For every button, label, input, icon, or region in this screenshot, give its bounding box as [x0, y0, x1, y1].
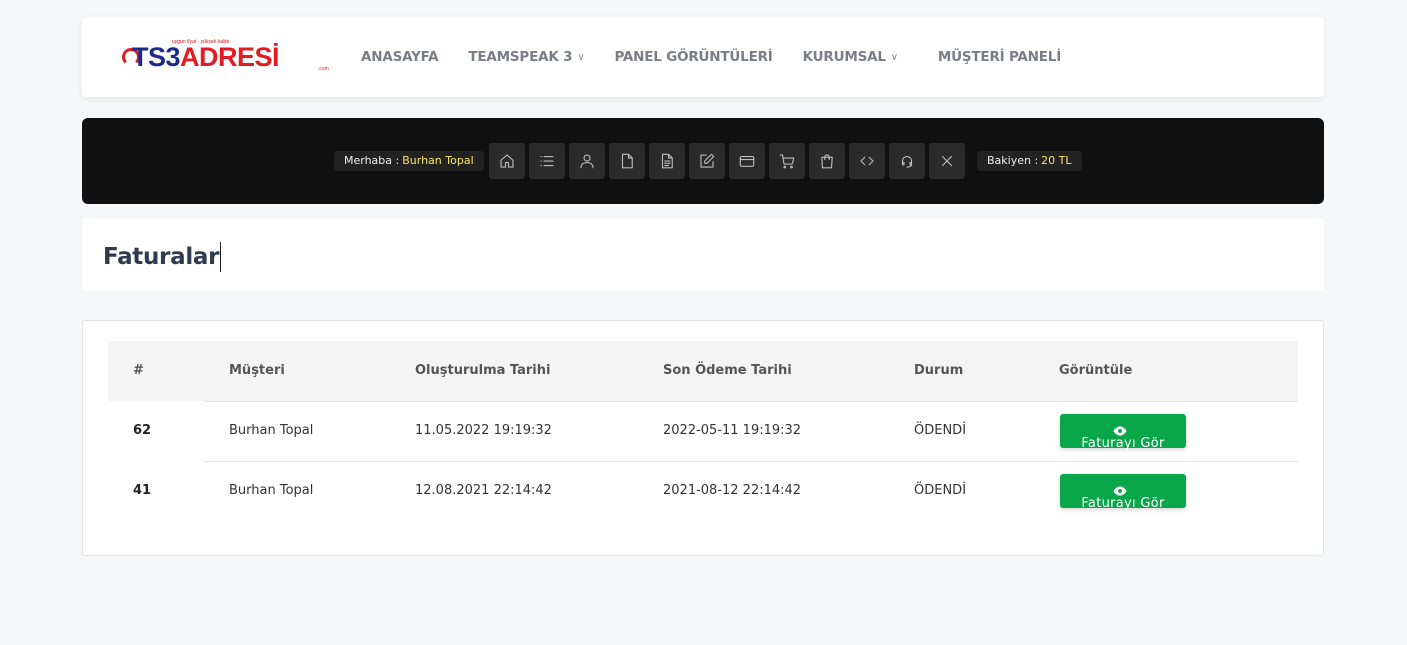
nav-item-label: PANEL GÖRÜNTÜLERİ: [614, 49, 773, 65]
logo-brand: TS3ADRESİ: [132, 42, 280, 72]
balance-badge: Bakiyen :20 TL: [977, 151, 1082, 171]
user-name: Burhan Topal: [402, 154, 474, 167]
logout-button[interactable]: [929, 143, 965, 179]
cart-icon: [779, 154, 795, 169]
view-invoice-button[interactable]: Faturayı Gör: [1060, 474, 1186, 511]
nav-item-label: KURUMSAL: [802, 49, 886, 65]
payment-button[interactable]: [729, 143, 765, 179]
nav-item-label: ANASAYFA: [361, 49, 439, 65]
page-header: Faturalar: [82, 218, 1324, 290]
file-button[interactable]: [609, 143, 645, 179]
logo-domain: .com: [318, 66, 329, 72]
list-button[interactable]: [529, 143, 565, 179]
greeting-badge: Merhaba : Burhan Topal: [334, 151, 484, 171]
invoice-status: ÖDENDİ: [914, 423, 967, 438]
table-row: 62 Burhan Topal 11.05.2022 19:19:32 2022…: [108, 401, 1298, 461]
view-invoice-button[interactable]: Faturayı Gör: [1060, 414, 1186, 451]
nav-item-label: TEAMSPEAK 3: [468, 49, 573, 65]
invoice-customer: Burhan Topal: [229, 423, 314, 438]
top-navbar: uygun fiyat · yüksek kalite TS3ADRESİ .c…: [82, 17, 1324, 97]
table-header: # Müşteri Oluşturulma Tarihi Son Ödeme T…: [108, 341, 1298, 401]
account-toolbar: Merhaba : Burhan Topal Bakiyen :20 TL: [82, 118, 1324, 204]
profile-button[interactable]: [569, 143, 605, 179]
nav-item-panel-goruntuleri[interactable]: PANEL GÖRÜNTÜLERİ: [614, 49, 772, 65]
home-icon: [500, 154, 514, 168]
nav-item-musteri-paneli[interactable]: MÜŞTERİ PANELİ: [938, 49, 1061, 65]
table-row: 41 Burhan Topal 12.08.2021 22:14:42 2021…: [108, 461, 1298, 521]
page-title: Faturalar: [103, 242, 222, 272]
main-nav: ANASAYFA TEAMSPEAK 3 ∨ PANEL GÖRÜNTÜLERİ …: [361, 17, 1091, 97]
cart-button[interactable]: [769, 143, 805, 179]
view-invoice-label: Faturayı Gör: [1081, 436, 1165, 451]
document-button[interactable]: [649, 143, 685, 179]
support-icon: [901, 155, 913, 168]
greeting-label: Merhaba :: [344, 154, 400, 167]
invoice-id: 41: [133, 483, 152, 498]
nav-item-kurumsal[interactable]: KURUMSAL ∨: [803, 49, 898, 65]
balance-value: 20 TL: [1041, 154, 1072, 167]
edit-button[interactable]: [689, 143, 725, 179]
list-icon: [540, 155, 554, 167]
col-header-customer: Müşteri: [229, 363, 285, 378]
view-invoice-label: Faturayı Gör: [1081, 496, 1165, 511]
invoice-card: # Müşteri Oluşturulma Tarihi Son Ödeme T…: [82, 320, 1324, 556]
invoice-id: 62: [133, 423, 152, 438]
logo-brand-ts: TS3: [132, 42, 181, 72]
site-logo[interactable]: uygun fiyat · yüksek kalite TS3ADRESİ .c…: [120, 39, 332, 75]
bag-icon: [821, 154, 833, 169]
edit-icon: [700, 153, 715, 168]
file-icon: [621, 153, 633, 169]
invoice-due: 2022-05-11 19:19:32: [663, 423, 802, 438]
document-icon: [661, 153, 673, 169]
toolbar-icons: [489, 143, 969, 179]
col-header-due: Son Ödeme Tarihi: [663, 363, 792, 378]
invoice-status: ÖDENDİ: [914, 483, 967, 498]
orders-button[interactable]: [809, 143, 845, 179]
col-header-status: Durum: [914, 363, 964, 378]
col-header-id: #: [133, 363, 144, 378]
invoice-table: # Müşteri Oluşturulma Tarihi Son Ödeme T…: [108, 341, 1298, 521]
close-icon: [941, 155, 953, 167]
logo-brand-rest: ADRESİ: [180, 42, 280, 72]
invoice-customer: Burhan Topal: [229, 483, 314, 498]
col-header-created: Oluşturulma Tarihi: [415, 363, 551, 378]
code-icon: [860, 156, 874, 166]
balance-label: Bakiyen :: [987, 154, 1039, 167]
nav-item-teamspeak[interactable]: TEAMSPEAK 3 ∨: [468, 49, 584, 65]
nav-item-label: MÜŞTERİ PANELİ: [937, 49, 1062, 65]
invoice-created: 12.08.2021 22:14:42: [415, 483, 552, 498]
home-button[interactable]: [489, 143, 525, 179]
invoice-due: 2021-08-12 22:14:42: [663, 483, 802, 498]
nav-item-anasayfa[interactable]: ANASAYFA: [361, 49, 439, 65]
chevron-down-icon: ∨: [890, 51, 898, 63]
code-button[interactable]: [849, 143, 885, 179]
support-button[interactable]: [889, 143, 925, 179]
chevron-down-icon: ∨: [577, 51, 585, 63]
credit-card-icon: [739, 155, 755, 167]
user-icon: [580, 154, 594, 169]
col-header-view: Görüntüle: [1059, 363, 1133, 378]
invoice-created: 11.05.2022 19:19:32: [415, 423, 552, 438]
